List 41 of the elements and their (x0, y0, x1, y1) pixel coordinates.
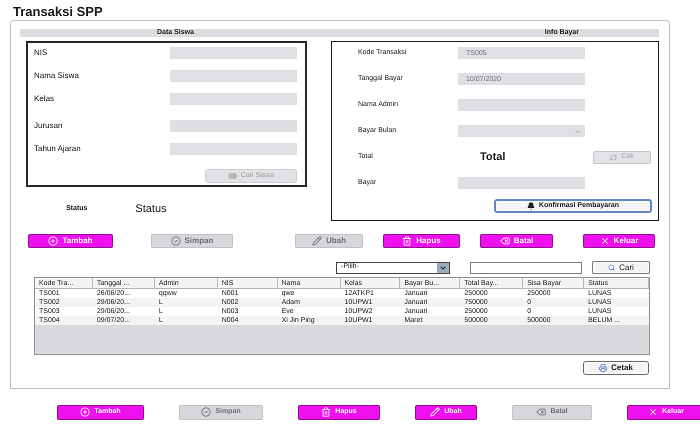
check-icon (201, 407, 212, 417)
action-button[interactable]: Tambah (28, 234, 113, 248)
text-field[interactable] (170, 93, 297, 105)
print-button[interactable]: Cetak (583, 361, 649, 375)
caret-icon (574, 128, 581, 134)
status-value: Status (135, 202, 167, 217)
text-field[interactable] (458, 177, 585, 189)
plus-icon (80, 407, 90, 417)
search-icon (608, 264, 616, 271)
field-label: Nama Siswa (34, 70, 79, 82)
field-label: Tahun Ajaran (34, 143, 81, 155)
text-field[interactable] (458, 99, 585, 111)
close-icon (600, 236, 610, 246)
erase-icon (536, 407, 546, 417)
search-button[interactable]: Cari (592, 261, 650, 274)
pencil-icon (312, 236, 322, 246)
action-button[interactable]: Hapus (383, 234, 460, 248)
close-icon (648, 407, 658, 417)
total-value: Total (480, 150, 506, 165)
pencil-icon (430, 407, 440, 417)
trash-icon (402, 236, 412, 246)
action-button[interactable]: Batal (480, 234, 553, 248)
window-title: Transaksi SPP (13, 3, 103, 19)
text-field[interactable] (170, 47, 297, 59)
field-label: NIS (34, 47, 48, 59)
exit-button[interactable]: Keluar (583, 234, 655, 248)
printer-icon (599, 364, 608, 372)
field-label: Kelas (34, 93, 54, 105)
text-field[interactable] (170, 120, 297, 132)
field-label: Jurusan (34, 120, 62, 132)
erase-icon (500, 236, 510, 246)
text-field[interactable] (170, 70, 297, 82)
trash-icon (321, 407, 332, 417)
search-field[interactable] (470, 262, 582, 274)
text-field[interactable] (170, 143, 297, 155)
caret-icon (437, 262, 449, 272)
bell-icon (526, 202, 535, 210)
plus-icon (48, 236, 58, 246)
check-icon (170, 236, 181, 246)
month-dropdown[interactable] (458, 125, 585, 137)
refresh-icon (610, 154, 618, 160)
